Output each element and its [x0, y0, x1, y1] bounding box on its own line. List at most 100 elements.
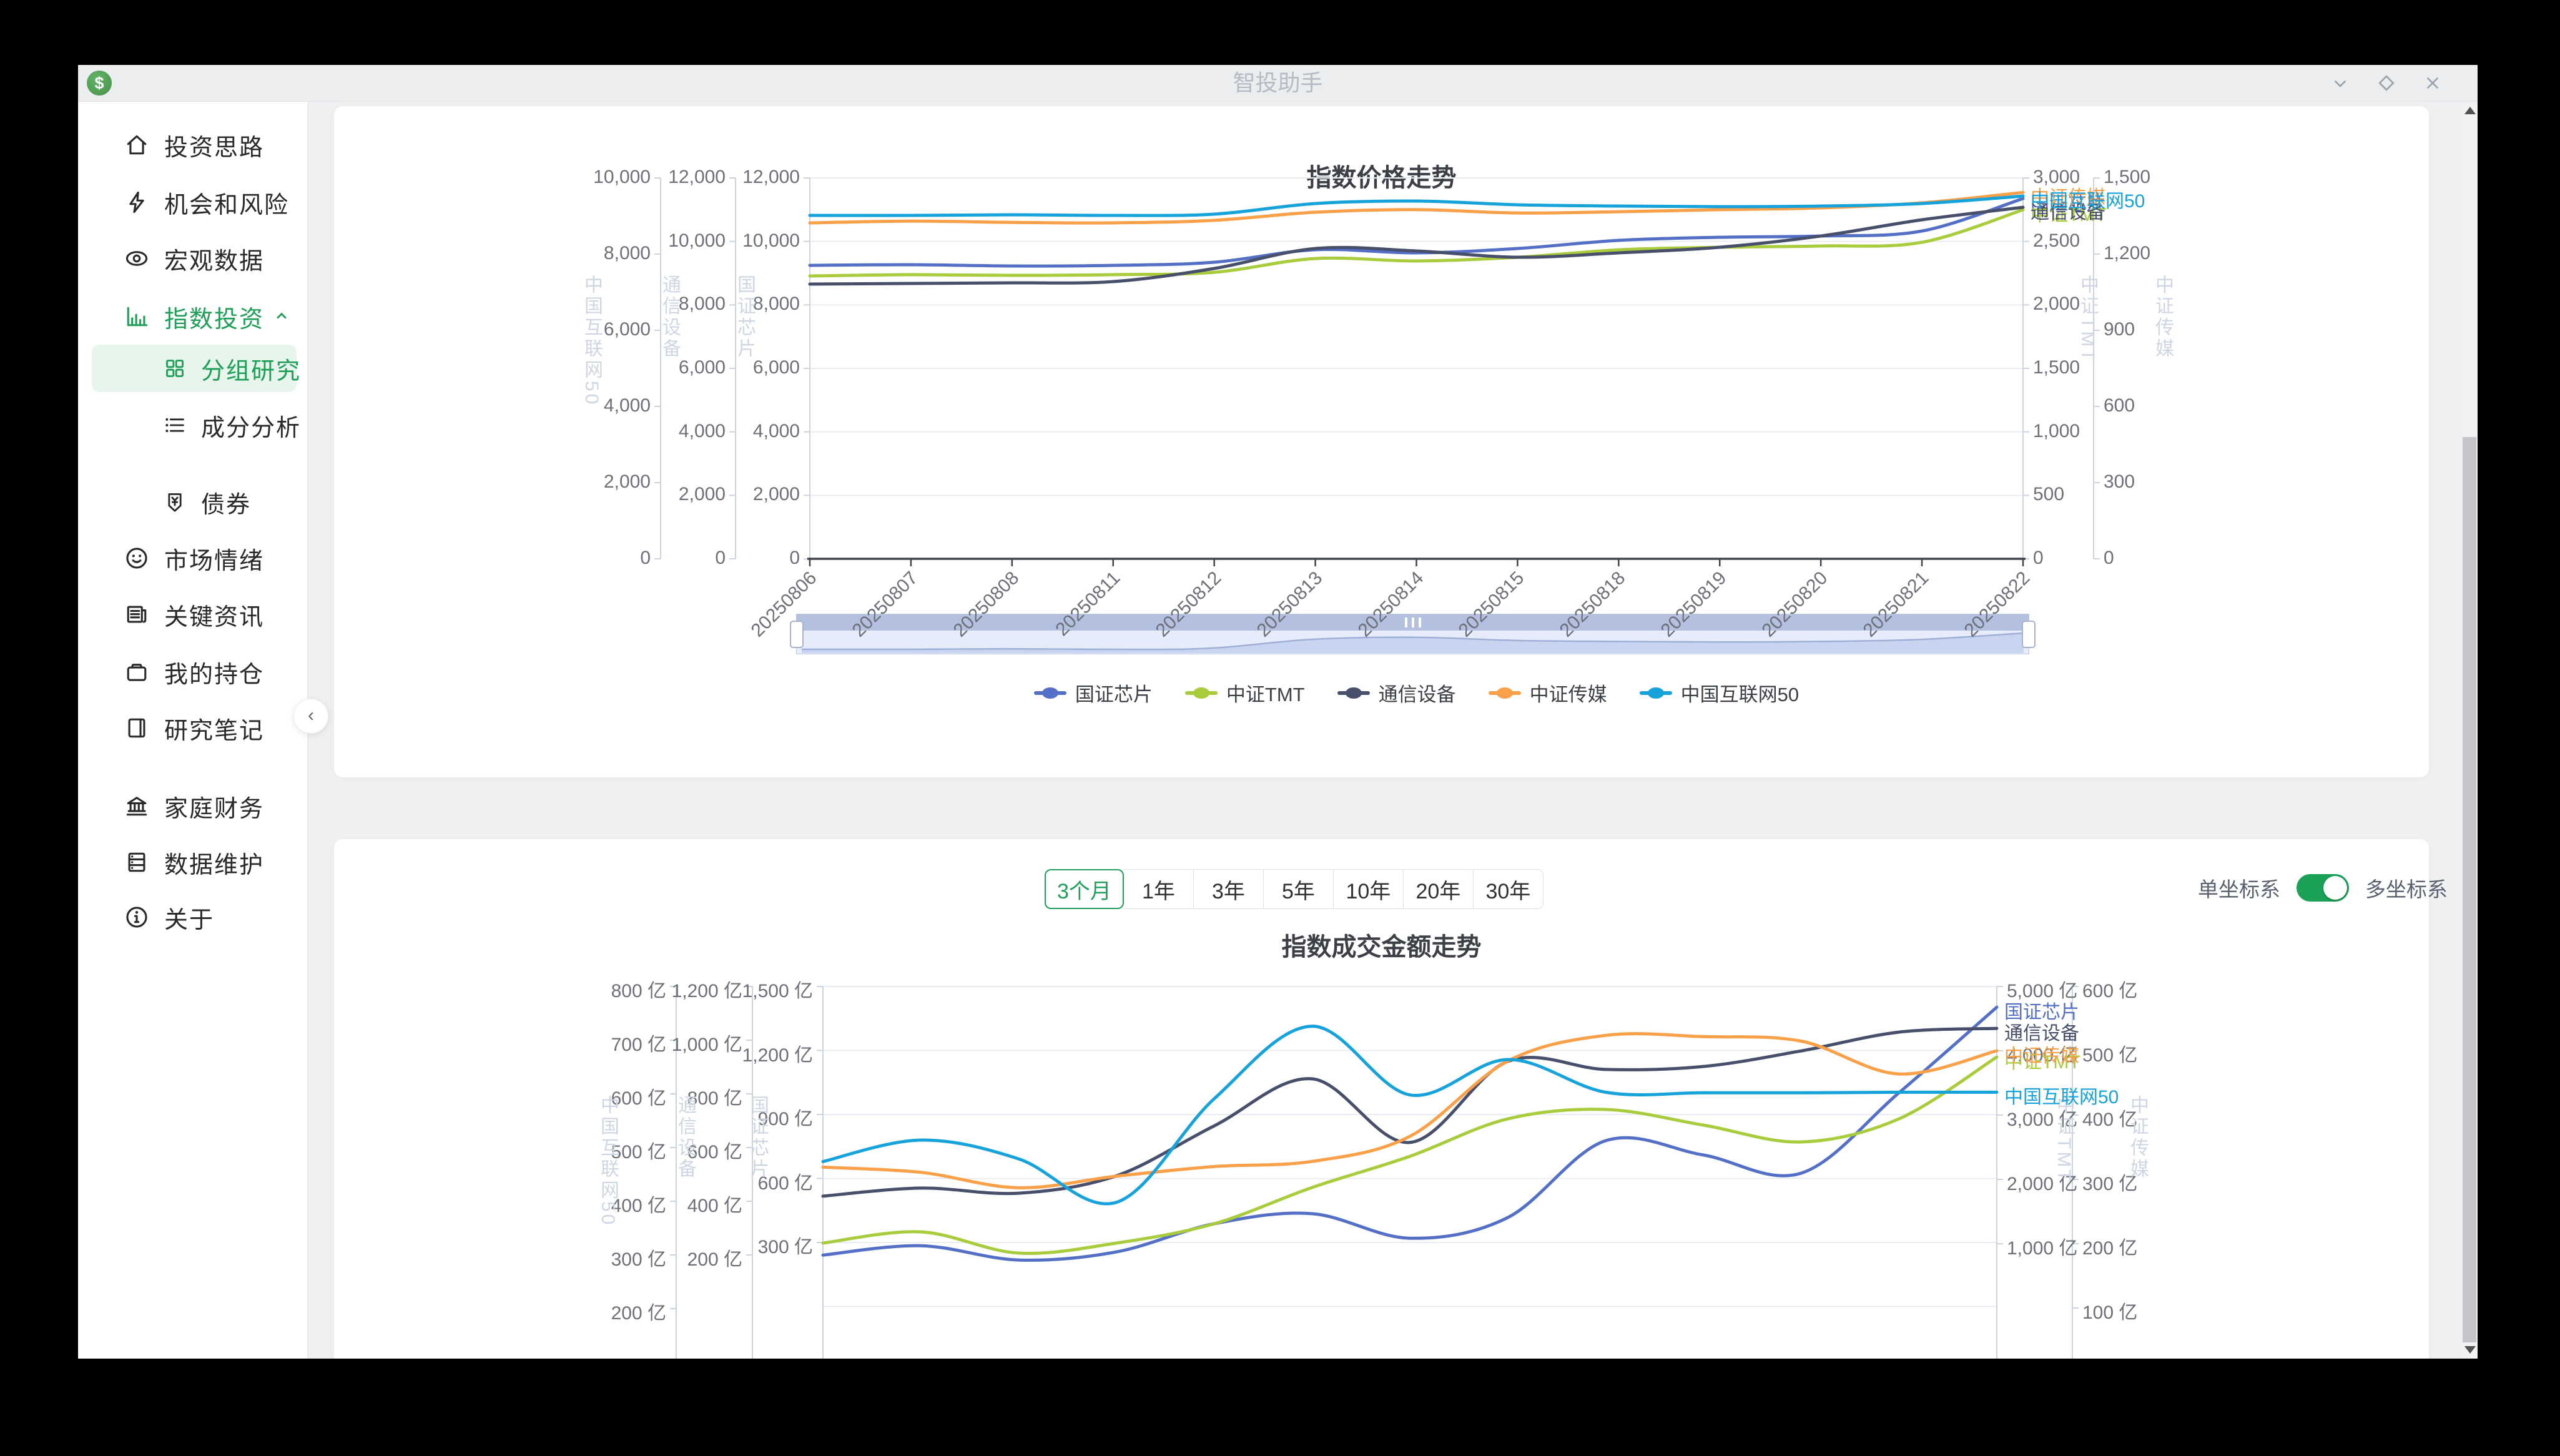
- single-axis-label: 单坐标系: [2198, 873, 2280, 903]
- sidebar-item-about[interactable]: 关于: [78, 892, 307, 942]
- legend-dot: [1648, 687, 1664, 699]
- y-tick-label: 900: [2104, 319, 2135, 340]
- range-button-1年[interactable]: 1年: [1124, 869, 1194, 909]
- y-tick-label: 1,500: [2033, 357, 2080, 378]
- y-tick-label: 2,000: [646, 484, 800, 505]
- legend-marker: [1640, 687, 1672, 699]
- range-button-5年[interactable]: 5年: [1264, 869, 1334, 909]
- y-tick-label: 600 亿: [659, 1168, 813, 1195]
- sidebar-item-label: 关键资讯: [164, 598, 264, 632]
- sidebar-item-index-invest[interactable]: 指数投资: [78, 292, 307, 342]
- sidebar-collapse-button[interactable]: ‹: [293, 699, 328, 734]
- scroll-down-icon[interactable]: [2464, 1346, 2476, 1354]
- y-tick-label: 6,000: [497, 319, 651, 340]
- y-tick-label: 900 亿: [659, 1103, 813, 1131]
- sidebar-item-label: 机会和风险: [164, 185, 289, 220]
- range-button-3个月[interactable]: 3个月: [1045, 869, 1124, 909]
- sidebar-item-label: 研究笔记: [164, 711, 264, 745]
- briefcase-icon: [123, 658, 150, 686]
- sidebar-item-label: 关于: [164, 900, 214, 935]
- news-icon: [123, 601, 150, 628]
- y-tick-label: 500: [2033, 484, 2064, 505]
- home-icon: [123, 131, 150, 159]
- sidebar-item-label: 债券: [201, 485, 251, 519]
- sidebar: 版本：0.0.1 投资思路机会和风险宏观数据指数投资分组研究成分分析债券市场情绪…: [78, 102, 308, 1359]
- notebook-icon: [123, 714, 150, 742]
- titlebar: $ 智投助手: [78, 65, 2478, 102]
- y-tick-label: 1,200 亿: [659, 1040, 813, 1067]
- sidebar-item-component-analysis[interactable]: 成分分析: [78, 400, 307, 450]
- sidebar-item-market-sentiment[interactable]: 市场情绪: [78, 533, 307, 583]
- sidebar-item-bonds[interactable]: 债券: [78, 477, 307, 527]
- datazoom-move-handle[interactable]: [1405, 617, 1421, 627]
- y-tick-label: 8,000: [646, 293, 800, 315]
- bolt-icon: [123, 189, 150, 216]
- smile-icon: [123, 544, 150, 572]
- info-icon: [123, 903, 150, 931]
- axis-mode-switch[interactable]: [2297, 874, 2349, 902]
- y-tick-label: 200 亿: [513, 1297, 666, 1325]
- sidebar-item-research-notes[interactable]: 研究笔记: [78, 703, 307, 753]
- y-tick-label: 4,000: [497, 395, 651, 416]
- range-button-30年[interactable]: 30年: [1474, 869, 1543, 909]
- coordinate-mode-toggle-row: 单坐标系 多坐标系: [2198, 874, 2448, 902]
- sidebar-item-label: 宏观数据: [164, 242, 264, 276]
- time-range-button-group: 3个月1年3年5年10年20年30年: [1045, 869, 1543, 909]
- y-axis-name-中证TMT: 中证TMT: [2050, 1095, 2077, 1307]
- y-tick-label: 600 亿: [2082, 975, 2137, 1003]
- sidebar-item-group-research[interactable]: 分组研究: [78, 343, 307, 393]
- bank-icon: [123, 792, 150, 820]
- scroll-up-icon[interactable]: [2464, 107, 2476, 114]
- legend-marker: [1337, 687, 1370, 699]
- range-button-20年[interactable]: 20年: [1404, 869, 1474, 909]
- sidebar-item-key-news[interactable]: 关键资讯: [78, 589, 307, 639]
- y-axis-name-中证传媒: 中证传媒: [2124, 1095, 2151, 1307]
- chevron-up-icon: [270, 304, 293, 330]
- datazoom-right-handle[interactable]: [2022, 621, 2036, 648]
- scrollbar[interactable]: [2461, 102, 2478, 1359]
- grid-icon: [162, 356, 187, 381]
- y-tick-label: 4,000: [646, 421, 800, 442]
- sidebar-item-macro-data[interactable]: 宏观数据: [78, 234, 307, 283]
- y-tick-label: 1,000: [2033, 421, 2080, 442]
- y-tick-label: 300: [2104, 471, 2135, 493]
- sidebar-item-invest-ideas[interactable]: 投资思路: [78, 120, 307, 170]
- sidebar-item-label: 家庭财务: [164, 789, 264, 824]
- legend-marker: [1034, 687, 1066, 699]
- series-end-label-中国互联网50: 中国互联网50: [2004, 1081, 2119, 1109]
- y-tick-label: 1,500: [2104, 167, 2150, 188]
- sidebar-item-label: 我的持仓: [164, 655, 264, 689]
- sidebar-item-opportunity-risk[interactable]: 机会和风险: [78, 177, 307, 227]
- list-icon: [162, 413, 187, 438]
- sidebar-item-family-finance[interactable]: 家庭财务: [78, 781, 307, 831]
- chart-icon: [123, 303, 150, 330]
- sidebar-item-label: 市场情绪: [164, 541, 264, 576]
- minimize-icon[interactable]: [2328, 71, 2353, 96]
- series-end-label-中证传媒: 中证传媒: [2004, 1040, 2079, 1068]
- y-tick-label: 600 亿: [589, 1136, 742, 1164]
- y-tick-label: 500 亿: [2082, 1040, 2137, 1067]
- y-tick-label: 0: [2104, 548, 2114, 569]
- y-tick-label: 10,000: [646, 230, 800, 252]
- range-button-10年[interactable]: 10年: [1334, 869, 1404, 909]
- y-axis-name-中证传媒: 中证传媒: [2149, 275, 2176, 487]
- app-window: $ 智投助手 版本：0.0.1 投资思路机会和风险宏观数据指数投资分组研究成分分…: [78, 65, 2478, 1359]
- sidebar-item-data-maintenance[interactable]: 数据维护: [78, 837, 307, 887]
- switch-knob: [2323, 876, 2347, 900]
- close-icon[interactable]: [2420, 71, 2445, 96]
- sidebar-item-label: 投资思路: [164, 128, 264, 162]
- maximize-icon[interactable]: [2374, 71, 2399, 96]
- database-icon: [123, 849, 150, 876]
- multi-axis-label: 多坐标系: [2365, 873, 2448, 903]
- datazoom-left-handle[interactable]: [790, 621, 804, 648]
- y-tick-label: 0: [646, 548, 800, 569]
- range-button-3年[interactable]: 3年: [1194, 869, 1264, 909]
- y-tick-label: 1,500 亿: [659, 975, 813, 1003]
- y-tick-label: 12,000: [646, 167, 800, 188]
- volume-chart-title: 指数成交金额走势: [334, 927, 2429, 963]
- sidebar-item-label: 指数投资: [164, 300, 264, 334]
- sidebar-item-my-holdings[interactable]: 我的持仓: [78, 647, 307, 697]
- scrollbar-thumb[interactable]: [2463, 437, 2476, 1342]
- sidebar-item-label: 分组研究: [201, 352, 301, 386]
- window-title: 智投助手: [78, 65, 2478, 101]
